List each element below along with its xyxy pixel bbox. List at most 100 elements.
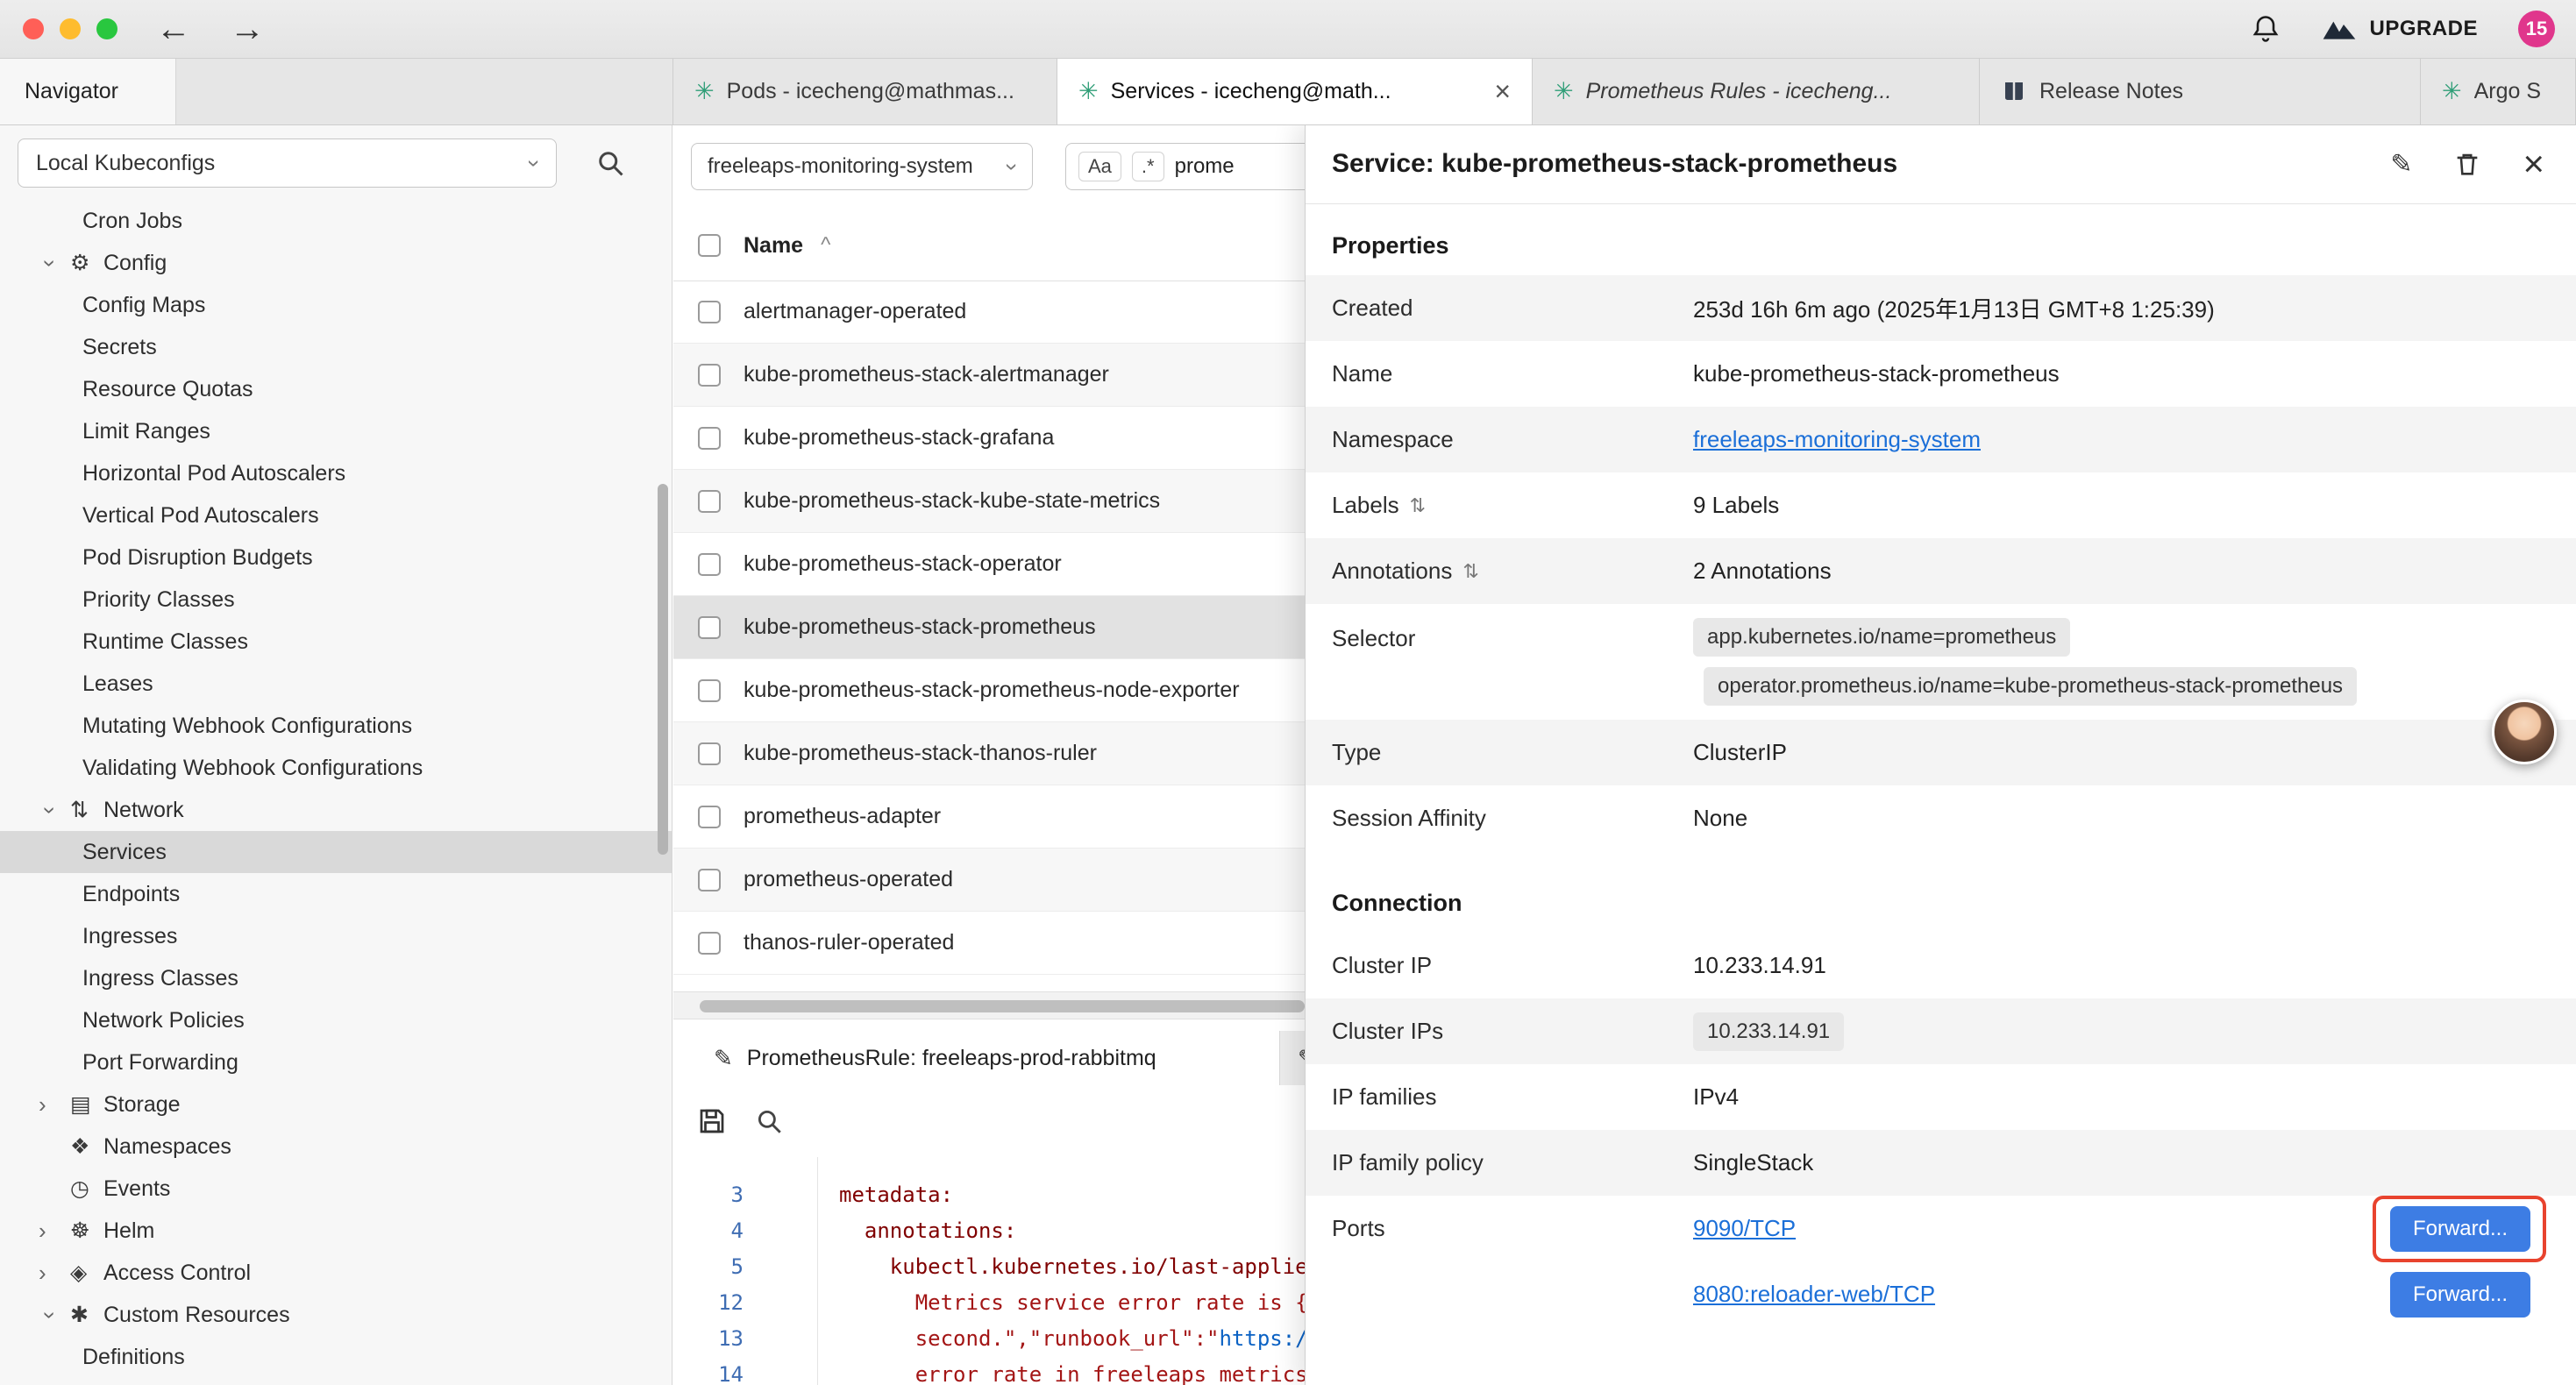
minimize-window-button[interactable] [60,18,81,39]
navigator-item-network[interactable]: ›⇅Network [0,789,672,831]
tab-release-notes[interactable]: Release Notes [1980,58,2421,124]
navigator-item-label: Cron Jobs [82,209,182,234]
navigator-item-limit-ranges[interactable]: Limit Ranges [0,410,672,452]
editor-search-icon[interactable] [754,1106,784,1136]
forward-port-button[interactable]: Forward... [2390,1206,2530,1252]
navigator-item-port-forwarding[interactable]: Port Forwarding [0,1041,672,1083]
tab-prometheus-rules[interactable]: ✳ Prometheus Rules - icecheng... [1533,58,1980,124]
access-control-icon: ◈ [70,1260,103,1286]
navigator-item-label: Storage [103,1092,181,1118]
select-all-checkbox[interactable] [698,234,721,257]
created-value: 253d 16h 6m ago (2025年1月13日 GMT+8 1:25:3… [1693,292,2215,324]
close-tab-icon[interactable]: × [1494,77,1511,105]
scrollbar-thumb[interactable] [700,1000,1305,1012]
navigator-item-services[interactable]: Services [0,831,672,873]
service-detail-drawer: Service: kube-prometheus-stack-prometheu… [1305,124,2576,1385]
navigator-item-network-policies[interactable]: Network Policies [0,999,672,1041]
navigator-item-priority-classes[interactable]: Priority Classes [0,579,672,621]
close-window-button[interactable] [23,18,44,39]
port-link[interactable]: 9090/TCP [1693,1215,1796,1242]
selector-chip: app.kubernetes.io/name=prometheus [1693,618,2070,657]
expand-labels-icon[interactable]: ⇅ [1410,494,1426,517]
navigator-item-endpoints[interactable]: Endpoints [0,873,672,915]
match-case-toggle[interactable]: Aa [1078,152,1121,181]
zoom-window-button[interactable] [96,18,117,39]
edit-resource-icon[interactable]: ✎ [2390,149,2412,180]
navigator-item-secrets[interactable]: Secrets [0,326,672,368]
delete-resource-icon[interactable] [2452,149,2482,179]
navigator-item-vertical-pod-autoscalers[interactable]: Vertical Pod Autoscalers [0,494,672,536]
upgrade-button[interactable]: UPGRADE [2322,17,2478,41]
navigator-item-validating-webhook-configurations[interactable]: Validating Webhook Configurations [0,747,672,789]
row-checkbox[interactable] [698,553,721,576]
navigator-item-config-maps[interactable]: Config Maps [0,284,672,326]
chevron-right-icon[interactable]: › [39,1218,70,1245]
row-checkbox[interactable] [698,490,721,513]
sort-ascending-icon[interactable]: ^ [821,233,830,258]
row-checkbox[interactable] [698,679,721,702]
navigator-scrollbar[interactable] [658,484,668,855]
chevron-down-icon[interactable]: › [37,252,64,274]
column-header-name[interactable]: Name [744,233,803,259]
navigator-item-ingress-classes[interactable]: Ingress Classes [0,957,672,999]
navigator-item-definitions[interactable]: Definitions [0,1336,672,1378]
navigator-item-label: Config [103,251,167,276]
chevron-down-icon[interactable]: › [37,799,64,821]
navigator-item-label: Services [82,840,167,865]
navigator-item-custom-resources[interactable]: ›✱Custom Resources [0,1294,672,1336]
row-checkbox[interactable] [698,806,721,828]
row-checkbox[interactable] [698,301,721,323]
navigator-item-helm[interactable]: ›☸Helm [0,1210,672,1252]
tab-pods[interactable]: ✳ Pods - icecheng@mathmas... [673,58,1057,124]
navigator-item-ingresses[interactable]: Ingresses [0,915,672,957]
row-checkbox[interactable] [698,616,721,639]
chevron-right-icon[interactable]: › [39,1091,70,1119]
kubeconfig-selector[interactable]: Local Kubeconfigs › [18,138,557,188]
notifications-bell-icon[interactable] [2250,13,2281,45]
navigator-item-resource-quotas[interactable]: Resource Quotas [0,368,672,410]
notification-count-badge[interactable]: 15 [2518,11,2555,47]
navigator-item-access-control[interactable]: ›◈Access Control [0,1252,672,1294]
chevron-down-icon[interactable]: › [37,1303,64,1326]
navigator-panel-tab[interactable]: Navigator [0,58,176,124]
navigator-item-leases[interactable]: Leases [0,663,672,705]
namespace-link[interactable]: freeleaps-monitoring-system [1693,426,1981,453]
navigator-item-runtime-classes[interactable]: Runtime Classes [0,621,672,663]
navigator-item-events[interactable]: ◷Events [0,1168,672,1210]
chevron-right-icon[interactable]: › [39,1260,70,1287]
regex-toggle[interactable]: .* [1132,152,1164,181]
user-avatar[interactable] [2492,700,2557,764]
kubernetes-icon: ✳ [694,78,715,105]
row-checkbox[interactable] [698,869,721,891]
save-icon[interactable] [696,1105,728,1137]
forward-icon[interactable]: → [230,11,265,46]
cluster-ips-chip: 10.233.14.91 [1693,1012,1844,1051]
forward-port-button[interactable]: Forward... [2390,1272,2530,1318]
namespace-selector[interactable]: freeleaps-monitoring-system › [691,143,1033,190]
navigator-item-storage[interactable]: ›▤Storage [0,1083,672,1126]
row-checkbox[interactable] [698,427,721,450]
row-checkbox[interactable] [698,742,721,765]
close-drawer-icon[interactable]: × [2523,146,2544,182]
navigator-item-config[interactable]: ›⚙Config [0,242,672,284]
row-checkbox[interactable] [698,364,721,387]
app-logo-icon [2322,17,2357,41]
back-icon[interactable]: ← [156,11,191,46]
namespaces-icon: ❖ [70,1133,103,1160]
tab-services[interactable]: ✳ Services - icecheng@math... × [1057,58,1533,124]
search-icon[interactable] [594,147,626,179]
navigator-item-pod-disruption-budgets[interactable]: Pod Disruption Budgets [0,536,672,579]
drawer-title: Service: kube-prometheus-stack-prometheu… [1332,149,1897,179]
navigator-item-namespaces[interactable]: ❖Namespaces [0,1126,672,1168]
port-link[interactable]: 8080:reloader-web/TCP [1693,1281,1935,1308]
navigator-item-cron-jobs[interactable]: Cron Jobs [0,200,672,242]
navigator-item-label: Config Maps [82,293,205,318]
navigator-item-horizontal-pod-autoscalers[interactable]: Horizontal Pod Autoscalers [0,452,672,494]
row-checkbox[interactable] [698,932,721,955]
kubernetes-icon: ✳ [1554,78,1574,105]
editor-tab-prometheusrule[interactable]: ✎ PrometheusRule: freeleaps-prod-rabbitm… [673,1031,1280,1085]
expand-annotations-icon[interactable]: ⇅ [1462,560,1478,583]
tab-argo[interactable]: ✳ Argo S [2421,58,2576,124]
navigator-item-mutating-webhook-configurations[interactable]: Mutating Webhook Configurations [0,705,672,747]
row-ip-family-policy: IP family policy SingleStack [1306,1130,2576,1196]
